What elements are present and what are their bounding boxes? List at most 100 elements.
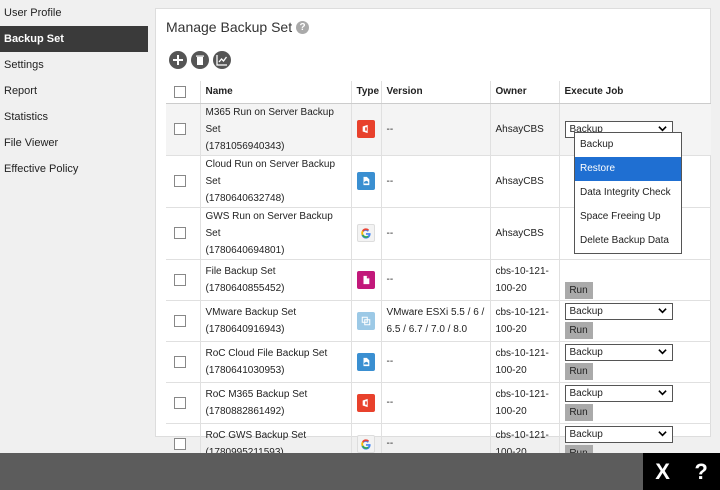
dropdown-option-data-integrity-check[interactable]: Data Integrity Check xyxy=(575,181,681,205)
execute-job-select[interactable]: Backup xyxy=(564,302,673,320)
backup-set-id: (1780640855452) xyxy=(205,282,285,294)
row-checkbox[interactable] xyxy=(174,437,186,450)
chevron-down-icon xyxy=(657,389,667,395)
main-area: Manage Backup Set ? Name Type Version Ow… xyxy=(148,0,720,465)
owner-cell-cont: 100-20 xyxy=(495,405,527,417)
execute-job-select[interactable]: Backup xyxy=(564,384,673,402)
owner-cell: cbs-10-121- xyxy=(495,429,549,441)
sidebar-item-settings[interactable]: Settings xyxy=(0,52,148,78)
header-name[interactable]: Name xyxy=(199,81,351,104)
backup-set-name[interactable]: M365 Run on Server Backup Set xyxy=(206,104,351,138)
sidebar-item-file-viewer[interactable]: File Viewer xyxy=(0,130,148,156)
version-cell: -- xyxy=(380,155,490,208)
page-title: Manage Backup Set ? xyxy=(166,19,310,35)
backup-set-name[interactable]: File Backup Set xyxy=(206,263,351,280)
help-icon[interactable]: ? xyxy=(296,20,310,34)
run-button[interactable]: Run xyxy=(564,362,593,380)
backup-set-id: (1780640632748) xyxy=(205,192,285,204)
execute-job-select[interactable]: Backup xyxy=(564,425,673,443)
execute-job-value: Backup xyxy=(569,305,603,317)
close-icon[interactable]: X xyxy=(655,459,670,485)
sidebar: User Profile Backup Set Settings Report … xyxy=(0,0,148,453)
file-icon xyxy=(356,270,375,289)
run-button[interactable]: Run xyxy=(564,282,593,299)
backup-set-name[interactable]: Cloud Run on Server Backup Set xyxy=(206,156,351,190)
owner-cell: cbs-10-121- xyxy=(495,347,549,359)
execute-job-dropdown-menu: Backup Restore Data Integrity Check Spac… xyxy=(574,132,682,254)
select-all-checkbox[interactable] xyxy=(174,85,186,98)
version-cell-cont: 6.5 / 6.7 / 7.0 / 8.0 xyxy=(386,323,468,335)
table-row[interactable]: RoC Cloud File Backup Set (1780641030953)… xyxy=(166,341,711,383)
dropdown-option-space-freeing-up[interactable]: Space Freeing Up xyxy=(575,205,681,229)
row-checkbox[interactable] xyxy=(174,273,186,286)
backup-set-name[interactable]: RoC Cloud File Backup Set xyxy=(206,345,351,362)
header-version[interactable]: Version xyxy=(380,81,490,104)
execute-job-value: Backup xyxy=(569,387,603,399)
execute-job-select[interactable]: Backup xyxy=(564,343,673,361)
version-cell: -- xyxy=(380,103,490,156)
owner-cell-cont: 100-20 xyxy=(495,364,527,376)
execute-job-value: Backup xyxy=(569,428,603,440)
footer-actions: X ? xyxy=(643,453,720,490)
dropdown-option-backup[interactable]: Backup xyxy=(575,133,681,157)
row-checkbox[interactable] xyxy=(174,396,186,409)
cloud-file-icon xyxy=(356,352,375,371)
owner-cell: cbs-10-121- xyxy=(495,265,549,277)
sidebar-item-report[interactable]: Report xyxy=(0,78,148,104)
manage-backup-set-panel: Manage Backup Set ? Name Type Version Ow… xyxy=(155,8,711,465)
header-execute-job: Execute Job xyxy=(558,81,711,104)
version-cell: -- xyxy=(380,259,490,301)
chevron-down-icon xyxy=(657,430,667,436)
table-row[interactable]: File Backup Set (1780640855452) -- cbs-10… xyxy=(166,259,711,301)
run-button[interactable]: Run xyxy=(564,403,593,421)
sidebar-item-user-profile[interactable]: User Profile xyxy=(0,0,148,26)
backup-set-name[interactable]: GWS Run on Server Backup Set xyxy=(206,208,351,242)
page-title-text: Manage Backup Set xyxy=(166,19,293,35)
row-checkbox[interactable] xyxy=(174,123,186,135)
header-owner[interactable]: Owner xyxy=(489,81,559,104)
add-icon[interactable] xyxy=(169,51,187,69)
owner-cell: AhsayCBS xyxy=(489,103,559,156)
backup-set-name[interactable]: RoC GWS Backup Set xyxy=(206,427,351,444)
toolbar xyxy=(169,51,231,69)
version-cell: -- xyxy=(380,382,490,424)
owner-cell: AhsayCBS xyxy=(489,207,559,260)
delete-icon[interactable] xyxy=(191,51,209,69)
cloud-file-icon xyxy=(356,172,375,190)
row-checkbox[interactable] xyxy=(174,314,186,327)
version-cell: VMware ESXi 5.5 / 6 / xyxy=(386,306,485,318)
owner-cell: cbs-10-121- xyxy=(495,388,549,400)
backup-set-id: (1781056940343) xyxy=(205,140,285,152)
owner-cell: cbs-10-121- xyxy=(495,306,549,318)
google-icon xyxy=(356,224,375,242)
run-button[interactable]: Run xyxy=(564,321,593,339)
footer-bar: X ? xyxy=(0,453,720,490)
sidebar-item-backup-set[interactable]: Backup Set xyxy=(0,26,148,52)
dropdown-option-delete-backup-data[interactable]: Delete Backup Data xyxy=(575,229,681,253)
dropdown-option-restore[interactable]: Restore xyxy=(575,157,681,181)
vmware-icon xyxy=(356,311,375,330)
chart-icon[interactable] xyxy=(213,51,231,69)
select-all-header xyxy=(166,81,200,104)
table-row[interactable]: VMware Backup Set (1780640916943) VMware … xyxy=(166,300,711,342)
backup-set-id: (1780882861492) xyxy=(205,405,285,417)
chevron-down-icon xyxy=(657,348,667,354)
owner-cell: AhsayCBS xyxy=(489,155,559,208)
sidebar-item-effective-policy[interactable]: Effective Policy xyxy=(0,156,148,182)
version-cell: -- xyxy=(380,207,490,260)
row-checkbox[interactable] xyxy=(174,175,186,187)
help-icon[interactable]: ? xyxy=(694,459,707,485)
backup-set-name[interactable]: RoC M365 Backup Set xyxy=(206,386,351,403)
row-checkbox[interactable] xyxy=(174,227,186,239)
backup-set-id: (1780640916943) xyxy=(205,323,285,335)
table-row[interactable]: RoC M365 Backup Set (1780882861492) -- cb… xyxy=(166,382,711,424)
office365-icon xyxy=(356,393,375,412)
backup-set-name[interactable]: VMware Backup Set xyxy=(206,304,351,321)
backup-set-id: (1780641030953) xyxy=(205,364,285,376)
chevron-down-icon xyxy=(657,307,667,313)
execute-job-value: Backup xyxy=(569,346,603,358)
row-checkbox[interactable] xyxy=(174,355,186,368)
sidebar-item-statistics[interactable]: Statistics xyxy=(0,104,148,130)
header-type[interactable]: Type xyxy=(350,81,381,104)
google-icon xyxy=(356,434,375,453)
